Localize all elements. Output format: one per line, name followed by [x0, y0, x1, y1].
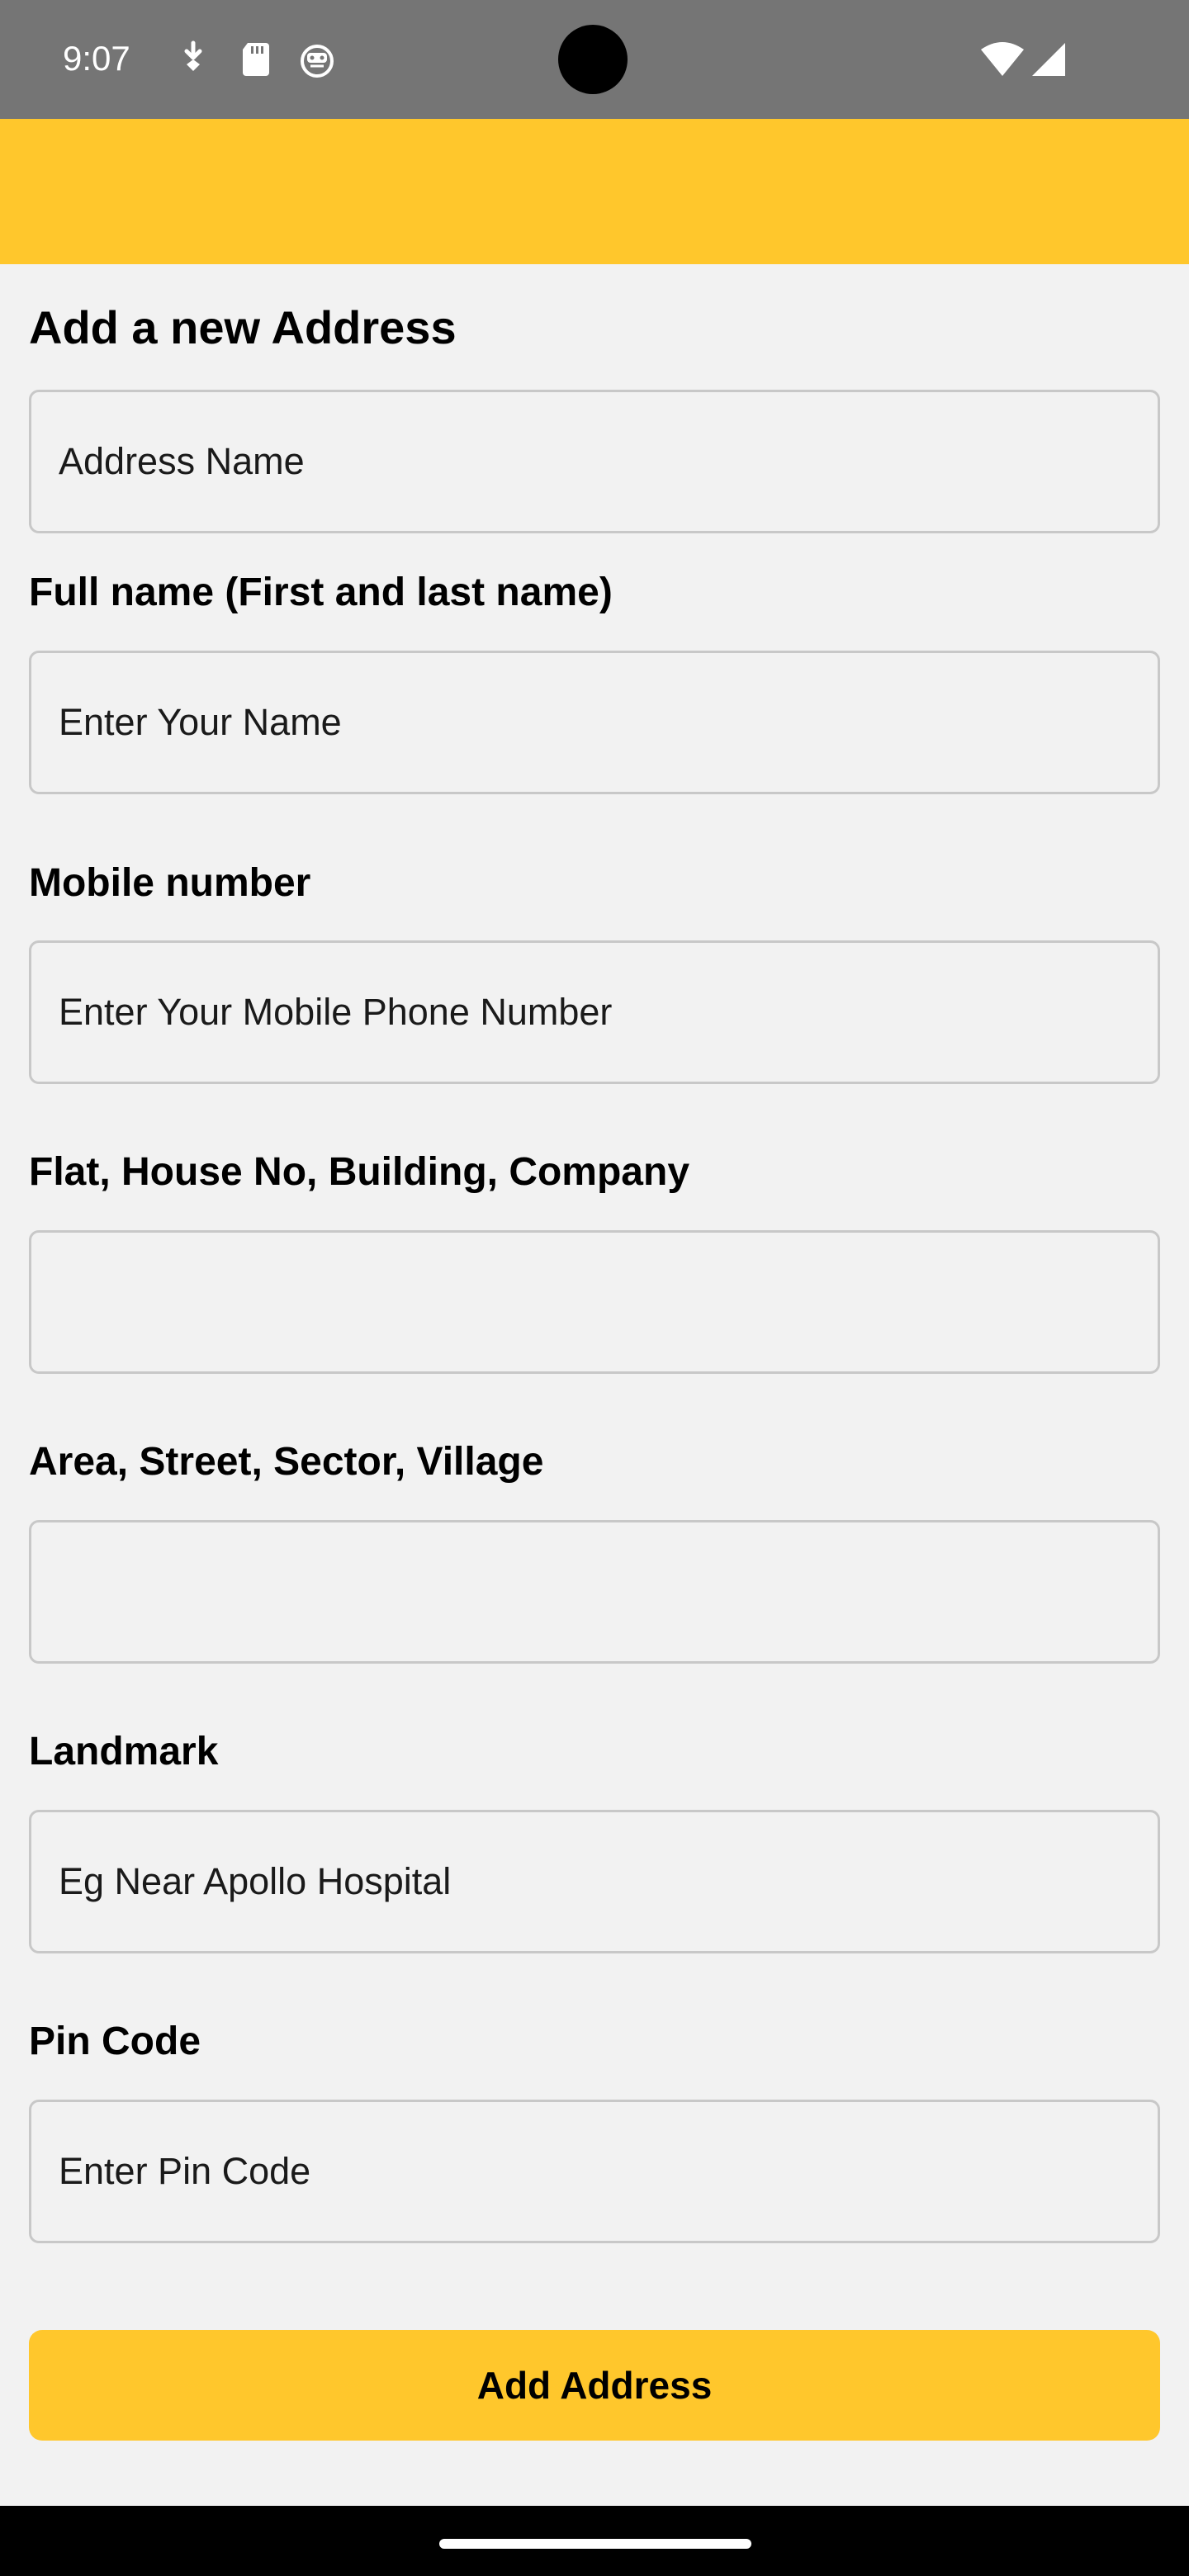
robot-face-icon	[301, 45, 334, 78]
full-name-label: Full name (First and last name)	[29, 571, 613, 614]
landmark-label: Landmark	[29, 1730, 219, 1773]
home-indicator[interactable]	[439, 2539, 751, 2549]
download-icon	[184, 40, 202, 71]
status-time: 9:07	[63, 39, 130, 78]
landmark-input[interactable]	[29, 1810, 1160, 1953]
wifi-icon	[981, 42, 1024, 76]
navigation-bar	[0, 2506, 1189, 2576]
pin-code-label: Pin Code	[29, 2020, 201, 2063]
full-name-input[interactable]	[29, 651, 1160, 794]
address-name-input[interactable]	[29, 390, 1160, 533]
page-title: Add a new Address	[29, 301, 457, 353]
area-street-label: Area, Street, Sector, Village	[29, 1440, 544, 1484]
camera-cutout	[558, 25, 628, 94]
status-bar: 9:07	[0, 0, 1189, 119]
cellular-signal-icon	[1032, 43, 1065, 76]
sd-card-icon	[243, 43, 269, 76]
mobile-number-label: Mobile number	[29, 861, 311, 905]
pin-code-input[interactable]	[29, 2100, 1160, 2243]
flat-house-label: Flat, House No, Building, Company	[29, 1150, 690, 1194]
add-address-button[interactable]: Add Address	[29, 2330, 1160, 2441]
app-header	[0, 119, 1189, 264]
flat-house-input[interactable]	[29, 1230, 1160, 1374]
area-street-input[interactable]	[29, 1520, 1160, 1664]
mobile-number-input[interactable]	[29, 940, 1160, 1084]
